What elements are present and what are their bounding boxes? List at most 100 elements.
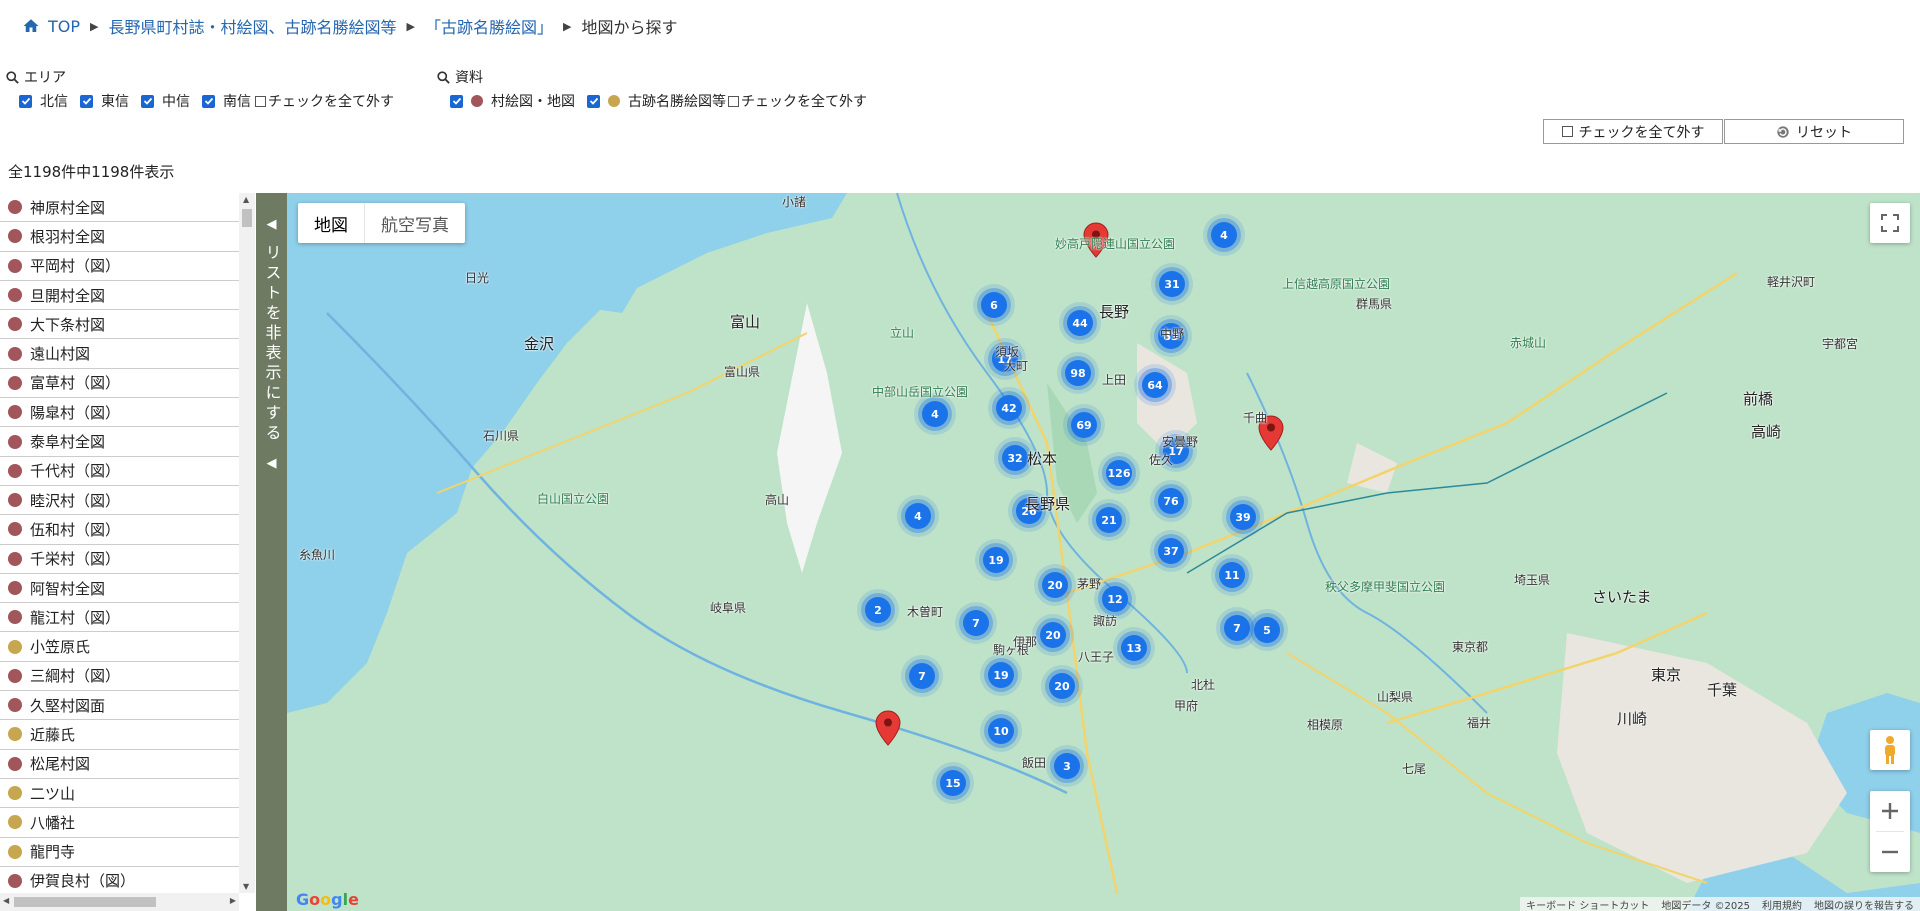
marker-cluster[interactable]: 21 <box>1096 507 1122 533</box>
marker-cluster[interactable]: 7 <box>1224 615 1250 641</box>
breadcrumb-collection-link[interactable]: 長野県町村誌・村絵図、古跡名勝絵図等 <box>108 14 396 38</box>
reset-button[interactable]: リセット <box>1724 119 1904 144</box>
list-item[interactable]: 小笠原氏 <box>0 632 239 662</box>
map-type-satellite-button[interactable]: 航空写真 <box>364 203 465 243</box>
list-item[interactable]: 三綱村（図） <box>0 662 239 692</box>
historic-site-dot-icon <box>8 639 22 654</box>
marker-cluster[interactable]: 98 <box>1065 360 1091 386</box>
list-item[interactable]: 龍門寺 <box>0 838 239 867</box>
marker-cluster[interactable]: 76 <box>1158 488 1184 514</box>
list-item[interactable]: 久堅村図面 <box>0 691 239 721</box>
list-vertical-scroll-thumb[interactable] <box>242 209 252 227</box>
list-horizontal-scrollbar[interactable]: ◀ ▶ <box>0 893 239 911</box>
marker-cluster[interactable]: 20 <box>1049 673 1075 699</box>
result-list[interactable]: 神原村全図 根羽村全図 平岡村（図） 旦開村全図 大下条村図 遠山村図 富草村（図） 陽皐村（… <box>0 193 239 893</box>
marker-cluster[interactable]: 4 <box>922 401 948 427</box>
zoom-in-button[interactable] <box>1881 791 1899 831</box>
marker-cluster[interactable]: 19 <box>983 547 1009 573</box>
list-horizontal-scroll-thumb[interactable] <box>14 897 156 907</box>
list-item[interactable]: 根羽村全図 <box>0 222 239 252</box>
zoom-out-button[interactable] <box>1881 832 1899 872</box>
list-item[interactable]: 近藤氏 <box>0 720 239 750</box>
list-item-label: 龍門寺 <box>30 843 76 862</box>
scroll-up-icon[interactable]: ▲ <box>243 195 249 204</box>
area-checkbox-hokushin[interactable]: 北信 <box>19 91 68 111</box>
marker-cluster[interactable]: 64 <box>1142 372 1168 398</box>
list-item[interactable]: 遠山村図 <box>0 339 239 369</box>
marker-cluster[interactable]: 3 <box>1054 753 1080 779</box>
list-item[interactable]: 旦開村全図 <box>0 281 239 311</box>
map-pin-icon[interactable] <box>875 710 901 746</box>
breadcrumb-series-link[interactable]: 「古跡名勝絵図」 <box>425 14 553 38</box>
marker-cluster[interactable]: 15 <box>940 770 966 796</box>
marker-cluster[interactable]: 31 <box>1159 271 1185 297</box>
marker-cluster[interactable]: 32 <box>1002 445 1028 471</box>
list-item[interactable]: 富草村（図） <box>0 369 239 399</box>
marker-cluster[interactable]: 13 <box>1121 635 1147 661</box>
list-item[interactable]: 阿智村全図 <box>0 574 239 604</box>
google-logo: Google <box>296 890 359 909</box>
marker-cluster[interactable]: 42 <box>996 395 1022 421</box>
list-item[interactable]: 伍和村（図） <box>0 515 239 545</box>
list-item[interactable]: 睦沢村（図） <box>0 486 239 516</box>
list-item[interactable]: 千栄村（図） <box>0 545 239 574</box>
list-item[interactable]: 千代村（図） <box>0 457 239 486</box>
area-checkbox-toshin[interactable]: 東信 <box>80 91 129 111</box>
marker-cluster[interactable]: 6 <box>981 292 1007 318</box>
list-item[interactable]: 二ツ山 <box>0 779 239 809</box>
marker-cluster[interactable]: 5 <box>1254 617 1280 643</box>
material-uncheck-all[interactable]: チェックを全て外す <box>728 91 867 111</box>
marker-cluster[interactable]: 19 <box>988 662 1014 688</box>
street-view-button[interactable] <box>1870 730 1910 770</box>
marker-cluster[interactable]: 20 <box>1040 622 1066 648</box>
marker-cluster[interactable]: 44 <box>1067 310 1093 336</box>
scroll-right-icon[interactable]: ▶ <box>230 896 236 905</box>
marker-cluster[interactable]: 4 <box>905 503 931 529</box>
marker-cluster[interactable]: 10 <box>988 718 1014 744</box>
marker-cluster[interactable]: 37 <box>1158 538 1184 564</box>
list-item[interactable]: 泰阜村全図 <box>0 427 239 457</box>
list-item[interactable]: 伊賀良村（図） <box>0 867 239 893</box>
list-item[interactable]: 平岡村（図） <box>0 252 239 281</box>
area-checkbox-nanshin[interactable]: 南信 <box>202 91 251 111</box>
map-place-label: 中野 <box>1160 327 1185 341</box>
keyboard-shortcuts-link[interactable]: キーボード ショートカット <box>1526 897 1649 911</box>
marker-cluster[interactable]: 69 <box>1071 412 1097 438</box>
reset-icon <box>1777 125 1789 138</box>
map-place-label: 岐阜県 <box>710 601 747 615</box>
marker-cluster[interactable]: 11 <box>1219 562 1245 588</box>
marker-cluster[interactable]: 2 <box>865 597 891 623</box>
area-uncheck-all[interactable]: チェックを全て外す <box>255 91 394 111</box>
material-checkbox-historic-site[interactable]: 古跡名勝絵図等 <box>587 91 726 111</box>
area-checkbox-chushin[interactable]: 中信 <box>141 91 190 111</box>
map-place-label: 東京 <box>1651 666 1682 684</box>
hide-list-toggle[interactable]: ◀ リストを非表示にする ◀ <box>256 193 287 911</box>
uncheck-all-button[interactable]: チェックを全て外す <box>1543 119 1723 144</box>
list-item[interactable]: 八幡社 <box>0 808 239 838</box>
scroll-down-icon[interactable]: ▼ <box>243 882 249 891</box>
list-item[interactable]: 陽皐村（図） <box>0 398 239 428</box>
list-item[interactable]: 大下条村図 <box>0 310 239 340</box>
marker-cluster[interactable]: 12 <box>1102 586 1128 612</box>
map-type-map-button[interactable]: 地図 <box>298 203 364 243</box>
marker-cluster[interactable]: 126 <box>1106 460 1132 486</box>
list-item[interactable]: 龍江村（図） <box>0 603 239 633</box>
list-item[interactable]: 松尾村図 <box>0 750 239 779</box>
report-error-link[interactable]: 地図の誤りを報告する <box>1814 897 1914 911</box>
marker-cluster[interactable]: 7 <box>963 610 989 636</box>
scroll-left-icon[interactable]: ◀ <box>3 896 9 905</box>
map-view[interactable]: 4 31 6 44 83 17 98 64 42 4 69 17 32 126 4 26 76 21 39 19 37 1… <box>287 193 1920 911</box>
marker-cluster[interactable]: 7 <box>909 663 935 689</box>
marker-cluster[interactable]: 4 <box>1211 222 1237 248</box>
list-item[interactable]: 神原村全図 <box>0 193 239 223</box>
material-checkbox-village-map[interactable]: 村絵図・地図 <box>450 91 575 111</box>
list-vertical-scrollbar[interactable]: ▲ ▼ <box>239 193 255 893</box>
marker-cluster[interactable]: 39 <box>1230 504 1256 530</box>
village-map-dot-icon <box>8 346 22 361</box>
area-option-label: 南信 <box>223 94 251 110</box>
marker-cluster[interactable]: 20 <box>1042 572 1068 598</box>
terms-link[interactable]: 利用規約 <box>1762 897 1802 911</box>
result-count: 全1198件中1198件表示 <box>8 163 175 181</box>
breadcrumb-top-link[interactable]: TOP <box>48 17 80 36</box>
fullscreen-button[interactable] <box>1870 203 1910 243</box>
